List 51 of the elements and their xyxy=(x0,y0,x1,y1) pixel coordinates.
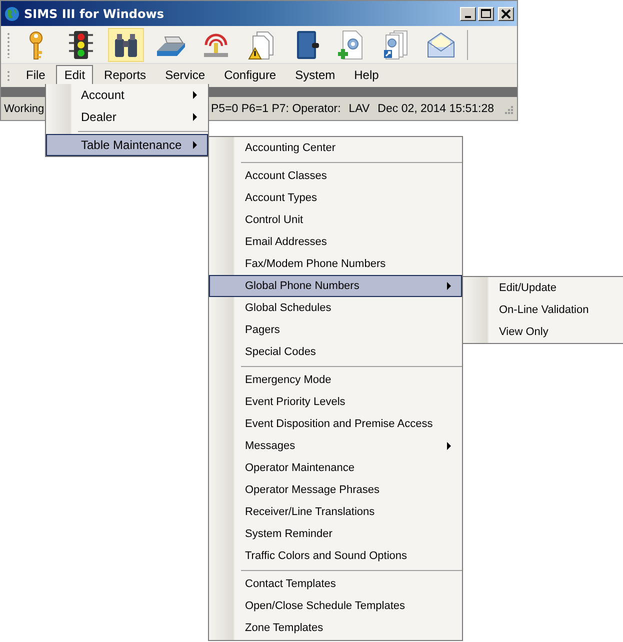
menu-item[interactable]: Accounting Center xyxy=(209,137,462,159)
menu-bar-item[interactable]: Reports xyxy=(96,65,154,86)
menu-item[interactable]: Traffic Colors and Sound Options xyxy=(209,545,462,567)
menu-item[interactable]: Event Disposition and Premise Access xyxy=(209,413,462,435)
menu-bar-item[interactable]: Configure xyxy=(216,65,284,86)
window-title: SIMS III for Windows xyxy=(24,6,165,20)
minimize-icon xyxy=(465,16,471,18)
menu-item[interactable]: Contact Templates xyxy=(209,573,462,595)
menu-bar-item[interactable]: System xyxy=(287,65,344,86)
menu-bar-item[interactable]: Edit xyxy=(56,65,94,86)
menu-item[interactable]: Event Priority Levels xyxy=(209,391,462,413)
menu-item[interactable]: On-Line Validation xyxy=(463,299,623,321)
menu-item[interactable]: System Reminder xyxy=(209,523,462,545)
menu-item[interactable]: Account Classes xyxy=(209,165,462,187)
close-icon xyxy=(499,8,513,20)
menu-item[interactable]: Messages xyxy=(209,435,462,457)
menu-item[interactable]: Open/Close Schedule Templates xyxy=(209,595,462,617)
menu-item[interactable]: Zone Templates xyxy=(209,617,462,639)
menu-item[interactable]: Pagers xyxy=(209,319,462,341)
status-text: P5=0 P6=1 P7: Operator: xyxy=(211,102,341,114)
menu-item[interactable]: Edit/Update xyxy=(463,277,623,299)
toolbar-grip[interactable] xyxy=(7,32,10,58)
menu-item[interactable]: Fax/Modem Phone Numbers xyxy=(209,253,462,275)
menu-item[interactable]: Account Types xyxy=(209,187,462,209)
menu-item[interactable]: Account xyxy=(46,84,208,106)
menu-bar-item[interactable]: Help xyxy=(346,65,387,86)
menu-item[interactable]: Control Unit xyxy=(209,209,462,231)
menu-item[interactable]: Dealer xyxy=(46,106,208,128)
status-text: Working xyxy=(4,102,46,114)
resize-grip-icon[interactable] xyxy=(503,104,513,114)
status-text: LAV xyxy=(348,102,370,114)
close-button[interactable] xyxy=(498,6,514,20)
menu-item[interactable]: Emergency Mode xyxy=(209,369,462,391)
menu-item[interactable]: Receiver/Line Translations xyxy=(209,501,462,523)
menu-bar-item[interactable]: Service xyxy=(157,65,214,86)
maximize-button[interactable] xyxy=(478,6,494,20)
status-text: Dec 02, 2014 15:51:28 xyxy=(378,102,494,114)
menu-item[interactable]: View Only xyxy=(463,321,623,343)
menu-item[interactable]: Email Addresses xyxy=(209,231,462,253)
menu-item[interactable]: Global Schedules xyxy=(209,297,462,319)
minimize-button[interactable] xyxy=(460,6,476,20)
globe-icon xyxy=(4,6,20,22)
menu-bar-item[interactable]: File xyxy=(18,65,54,86)
menu-item[interactable]: Operator Message Phrases xyxy=(209,479,462,501)
menu-item[interactable]: Global Phone Numbers xyxy=(209,275,462,297)
menu-item[interactable]: Special Codes xyxy=(209,341,462,363)
menu-item[interactable]: Table Maintenance xyxy=(46,134,208,156)
toolbar-button[interactable] xyxy=(108,28,144,62)
menu-bar-grip[interactable] xyxy=(7,70,10,82)
menu-item[interactable]: Operator Maintenance xyxy=(209,457,462,479)
maximize-icon xyxy=(479,8,493,20)
